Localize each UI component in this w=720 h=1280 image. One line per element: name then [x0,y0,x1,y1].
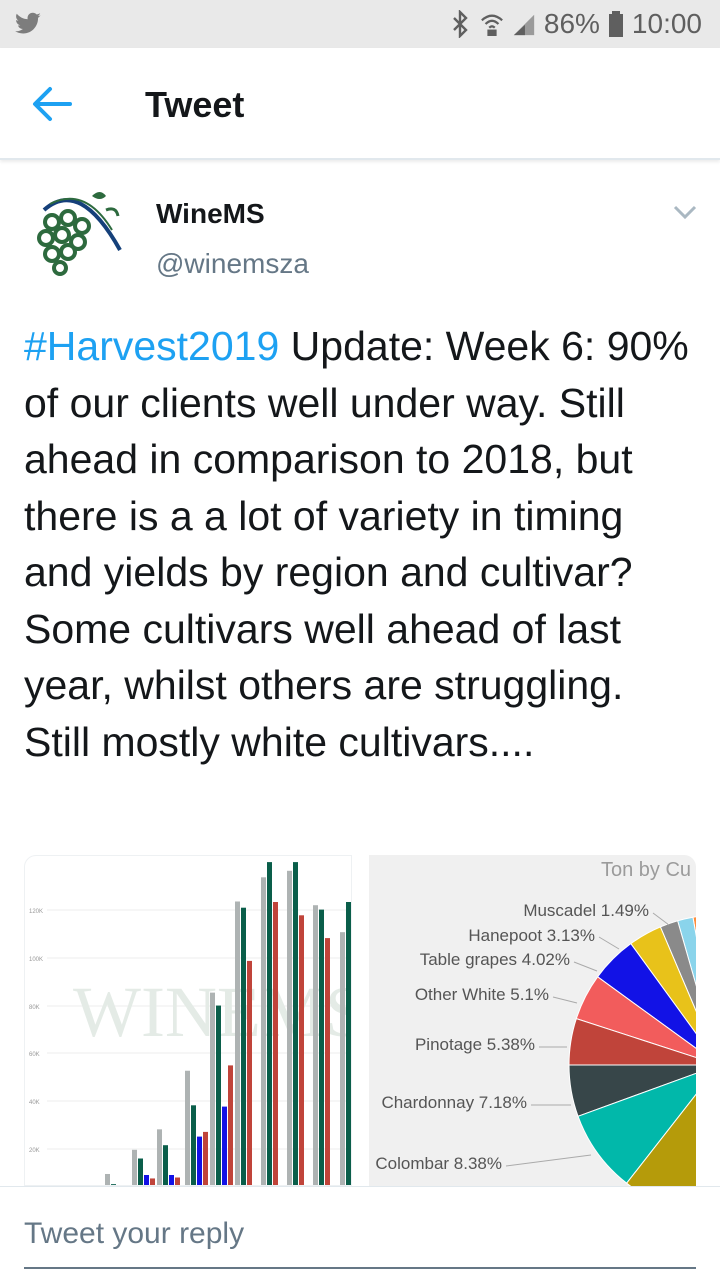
author-handle[interactable]: @winemsza [156,248,309,280]
pie-slice-label: Other White 5.1% [414,985,549,1004]
bar [138,1158,143,1185]
y-tick-label: 20K [29,1148,40,1154]
pie-slice-label: Muscadel 1.49% [523,901,649,920]
battery-percent: 86% [543,8,600,39]
bar [185,1070,190,1185]
page-title: Tweet [145,84,245,125]
bar-chart-image: 120K100K80K60K40K20KWINEMS [29,862,351,1185]
bar [241,907,246,1185]
bar [293,862,298,1185]
bar [222,1106,227,1185]
bar [261,877,266,1185]
bar [340,932,345,1185]
leader-line [652,912,670,926]
y-tick-label: 120K [29,909,43,915]
media-image-pie-chart[interactable]: Ton by Cu Muscadel 1.49% Hanepoot 3.13% Ta… [369,855,696,1186]
chevron-down-icon[interactable] [672,202,698,222]
tweet-text: #Harvest2019 Update: Week 6: 90% of our … [24,318,700,770]
status-bar: 86% 10:00 [0,0,720,48]
status-time: 10:00 [631,8,702,39]
bar [313,905,318,1185]
y-tick-label: 40K [29,1100,40,1106]
y-tick-label: 80K [29,1005,40,1011]
leader-line [552,996,578,1004]
leader-line [598,936,620,950]
signal-icon [513,14,535,36]
bar [273,902,278,1185]
leader-line [573,961,598,972]
bar [197,1136,202,1185]
avatar[interactable] [30,180,130,280]
y-tick-label: 100K [29,957,43,963]
bar [175,1177,180,1185]
pie-slice-label: Chardonnay 7.18% [381,1093,527,1112]
media-image-bar-chart[interactable]: 120K100K80K60K40K20KWINEMS [24,855,352,1186]
bar [203,1131,208,1185]
bar [287,870,292,1185]
bar [105,1173,110,1185]
author-name[interactable]: WineMS [156,198,265,230]
bar [216,1005,221,1185]
bar [157,1129,162,1185]
bar [210,992,215,1185]
bar [132,1149,137,1185]
leader-line [505,1154,592,1167]
hashtag-link[interactable]: #Harvest2019 [24,323,279,369]
twitter-bird-icon [15,12,41,34]
tweet-body: Update: Week 6: 90% of our clients well … [24,323,689,765]
bar [169,1175,174,1185]
bar [346,902,351,1185]
bar [144,1175,149,1185]
pie-slice-label: Hanepoot 3.13% [468,926,595,945]
bar [247,960,252,1185]
wifi-icon [480,14,503,36]
battery-icon [608,11,623,37]
arrow-left-icon[interactable] [30,84,74,124]
bluetooth-icon [453,10,468,38]
bar [235,901,240,1185]
bar [150,1178,155,1185]
reply-underline [24,1267,696,1269]
bar [163,1145,168,1185]
pie-slice-label: Table grapes 4.02% [419,950,570,969]
pie-slice-label: Pinotage 5.38% [414,1035,535,1054]
bar [191,1105,196,1185]
reply-input[interactable]: Tweet your reply [24,1217,244,1251]
bar [299,915,304,1185]
bar [267,862,272,1185]
tweet-media[interactable]: 120K100K80K60K40K20KWINEMS Ton by Cu Mus… [24,855,696,1186]
bar [228,1065,233,1185]
pie-slice-label: Colombar 8.38% [375,1154,502,1173]
y-tick-label: 60K [29,1052,40,1058]
bar [325,938,330,1185]
bar [319,909,324,1185]
app-bar: Tweet [0,48,720,160]
reply-bar: Tweet your reply [0,1186,720,1280]
